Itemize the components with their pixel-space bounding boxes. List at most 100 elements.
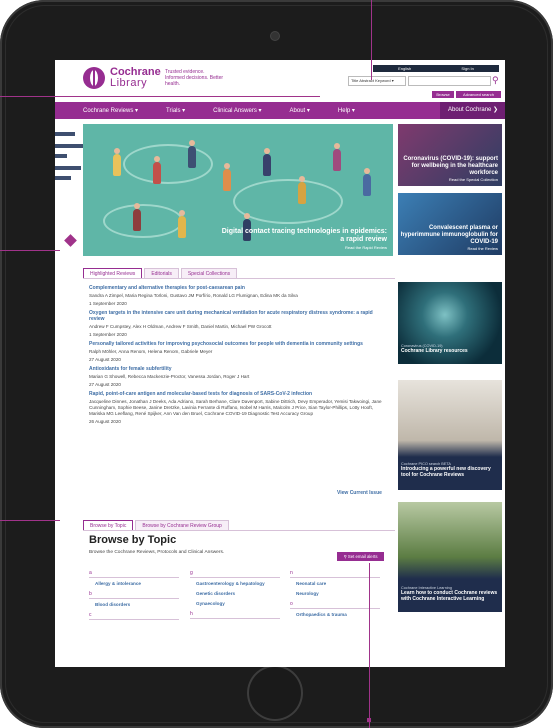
- nav-trials[interactable]: Trials ▾: [166, 107, 185, 114]
- topic-letter: a: [89, 570, 179, 578]
- topic-column-n: n Neonatal care Neurology o Orthopaedics…: [290, 570, 380, 622]
- side-card-convalescent-plasma[interactable]: Convalescent plasma or hyperimmune immun…: [398, 193, 502, 255]
- review-authors: Sandra A Zimpel, Maria Regina Torloni, G…: [89, 293, 298, 298]
- search-icon[interactable]: ⚲: [492, 75, 499, 86]
- nav-cochrane-reviews[interactable]: Cochrane Reviews ▾: [83, 107, 138, 114]
- card-title: Learn how to conduct Cochrane reviews wi…: [401, 590, 498, 602]
- card-interactive-learning[interactable]: Cochrane Interactive Learning Learn how …: [398, 502, 502, 612]
- side-card-title: Coronavirus (COVID-19): support for well…: [403, 156, 498, 176]
- list-item: Rapid, point-of-care antigen and molecul…: [89, 391, 389, 424]
- callout-line: [371, 0, 372, 80]
- decorative-bar: [55, 176, 71, 180]
- hero-banner[interactable]: Digital contact tracing technologies in …: [83, 124, 393, 256]
- review-authors: Ralph Möhler, Anna Renom, Helena Renom, …: [89, 349, 213, 354]
- sign-in-link[interactable]: Sign In: [461, 66, 473, 71]
- review-title[interactable]: Oxygen targets in the intensive care uni…: [89, 310, 389, 322]
- logo-line2: Library: [110, 77, 148, 89]
- side-card-link[interactable]: Read the Special Collection: [398, 177, 498, 182]
- site-header: Cochrane Library Trusted evidence. Infor…: [55, 60, 505, 100]
- callout-dot: [367, 718, 371, 722]
- person-figure: [153, 156, 161, 184]
- card-title: Cochrane Library resources: [401, 348, 468, 354]
- card-label: Coronavirus (COVID-19) Cochrane Library …: [401, 344, 468, 354]
- review-date: 1 September 2020: [89, 301, 127, 306]
- nav-about[interactable]: About ▾: [290, 107, 310, 114]
- topic-letter: c: [89, 612, 179, 620]
- topic-link[interactable]: Neonatal care: [296, 581, 380, 586]
- language-link[interactable]: English: [398, 66, 411, 71]
- tablet-frame: Cochrane Library Trusted evidence. Infor…: [0, 0, 553, 728]
- callout-line: [0, 250, 60, 251]
- email-alerts-button[interactable]: ⚲ Set email alerts: [337, 552, 384, 561]
- person-figure: [263, 148, 271, 176]
- camera-icon: [271, 32, 279, 40]
- side-card-caption: Coronavirus (COVID-19): support for well…: [398, 156, 498, 182]
- topic-link[interactable]: Genetic disorders: [196, 591, 280, 596]
- card-label: Cochrane PICO search BETA Introducing a …: [401, 462, 499, 478]
- review-title[interactable]: Complementary and alternative therapies …: [89, 285, 389, 291]
- topic-link[interactable]: Blood disorders: [95, 602, 179, 607]
- side-card-caption: Convalescent plasma or hyperimmune immun…: [398, 225, 498, 251]
- review-list: Complementary and alternative therapies …: [89, 285, 389, 428]
- callout-line: [369, 563, 370, 728]
- person-figure: [223, 163, 231, 191]
- topic-link[interactable]: Gastroenterology & hepatology: [196, 581, 280, 586]
- about-cochrane-button[interactable]: About Cochrane ❯: [440, 102, 505, 119]
- topic-column-a: a Allergy & intolerance b Blood disorder…: [89, 570, 179, 623]
- hero-link[interactable]: Read the Rapid Review: [217, 245, 387, 250]
- search-type-select[interactable]: Title Abstract Keyword ▾: [348, 76, 406, 86]
- list-item: Complementary and alternative therapies …: [89, 285, 389, 306]
- decorative-bar: [55, 154, 67, 158]
- view-current-issue-link[interactable]: View Current Issue: [337, 490, 382, 496]
- side-card-covid-wellbeing[interactable]: Coronavirus (COVID-19): support for well…: [398, 124, 502, 186]
- hero-decoration: [103, 204, 183, 238]
- card-label: Cochrane Interactive Learning Learn how …: [401, 586, 499, 602]
- main-nav: Cochrane Reviews ▾ Trials ▾ Clinical Ans…: [55, 102, 505, 119]
- topic-letter: b: [89, 591, 179, 599]
- topic-letter: o: [290, 601, 380, 609]
- review-title[interactable]: Antioxidants for female subfertility: [89, 366, 389, 372]
- cochrane-logo-icon: [83, 67, 105, 89]
- cochrane-logo[interactable]: Cochrane Library: [83, 67, 161, 89]
- decorative-bar: [55, 144, 83, 148]
- topic-link[interactable]: Allergy & intolerance: [95, 581, 179, 586]
- card-pico-search[interactable]: Cochrane PICO search BETA Introducing a …: [398, 380, 502, 490]
- callout-line: [0, 96, 320, 97]
- list-item: Personally tailored activities for impro…: [89, 341, 389, 362]
- review-date: 27 August 2020: [89, 357, 121, 362]
- person-figure: [333, 143, 341, 171]
- topic-letter: h: [190, 611, 280, 619]
- side-card-title: Convalescent plasma or hyperimmune immun…: [400, 225, 498, 245]
- advanced-search-button[interactable]: Advanced search: [456, 91, 501, 98]
- side-card-link[interactable]: Read the Review: [398, 246, 498, 251]
- topic-column-g: g Gastroenterology & hepatology Genetic …: [190, 570, 280, 622]
- topic-link[interactable]: Orthopaedics & trauma: [296, 612, 380, 617]
- logo-text: Cochrane Library: [110, 67, 161, 89]
- topic-link[interactable]: Neurology: [296, 591, 380, 596]
- tab-divider: [83, 530, 395, 531]
- topic-link[interactable]: Gynaecology: [196, 601, 280, 606]
- nav-clinical-answers[interactable]: Clinical Answers ▾: [213, 107, 261, 114]
- review-date: 26 August 2020: [89, 419, 121, 424]
- person-figure: [133, 203, 141, 231]
- search-input[interactable]: [408, 76, 491, 86]
- top-links-bar: English Sign In: [373, 65, 499, 72]
- nav-help[interactable]: Help ▾: [338, 107, 355, 114]
- tagline: Trusted evidence. Informed decisions. Be…: [165, 69, 224, 87]
- review-title[interactable]: Rapid, point-of-care antigen and molecul…: [89, 391, 389, 397]
- list-item: Oxygen targets in the intensive care uni…: [89, 310, 389, 337]
- person-figure: [113, 148, 121, 176]
- person-figure: [298, 176, 306, 204]
- browse-button[interactable]: Browse: [432, 91, 454, 98]
- hero-decoration: [123, 144, 213, 184]
- home-button[interactable]: [247, 665, 303, 721]
- hero-title[interactable]: Digital contact tracing technologies in …: [217, 228, 387, 244]
- review-date: 27 August 2020: [89, 382, 121, 387]
- review-title[interactable]: Personally tailored activities for impro…: [89, 341, 389, 347]
- tab-divider: [83, 278, 395, 279]
- person-figure: [188, 140, 196, 168]
- decorative-bar: [55, 166, 81, 170]
- card-covid-resources[interactable]: Coronavirus (COVID-19) Cochrane Library …: [398, 282, 502, 364]
- review-authors: Andrew F Cumpstey, Alex H Oldman, Andrew…: [89, 324, 272, 329]
- browse-title: Browse by Topic: [89, 534, 177, 546]
